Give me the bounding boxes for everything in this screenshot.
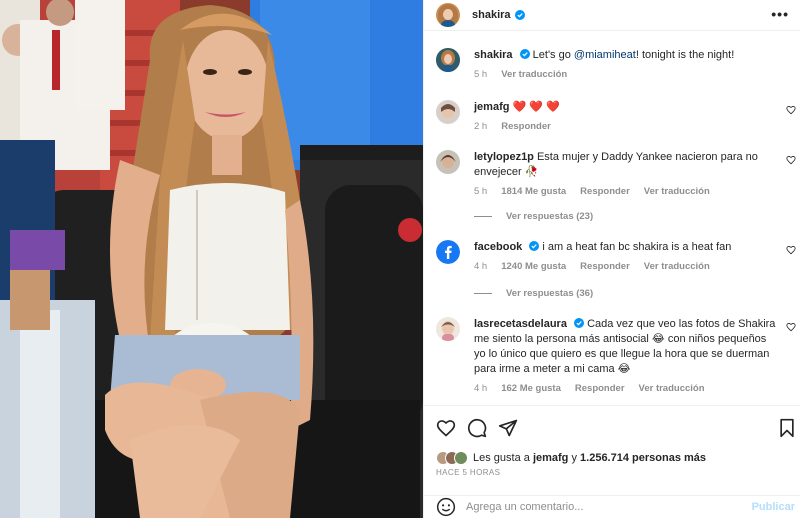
comment-content: letylopez1p Esta mujer y Daddy Yankee na… xyxy=(474,150,780,198)
add-comment-bar: Publicar xyxy=(424,495,800,518)
comment-content: facebook i am a heat fan bc shakira is a… xyxy=(474,240,780,273)
comment-content: lasrecetasdelaura Cada vez que veo las f… xyxy=(474,317,780,395)
reply-button[interactable]: Responder xyxy=(580,261,630,273)
comment-likes[interactable]: 162 Me gusta xyxy=(501,383,561,395)
comment-text: ❤️ ❤️ ❤️ xyxy=(512,101,560,113)
caption-mention[interactable]: @miamiheat xyxy=(574,49,636,61)
post-actions: Les gusta a jemafg y 1.256.714 personas … xyxy=(424,405,800,495)
comment-time[interactable]: 4 h xyxy=(474,383,487,395)
more-options-icon[interactable]: ••• xyxy=(771,7,789,21)
translate-button[interactable]: Ver traducción xyxy=(644,261,710,273)
likes-middle: y xyxy=(568,452,581,464)
comment-meta: 5 h 1814 Me gusta Responder Ver traducci… xyxy=(474,186,780,198)
caption-text-before: Let's go xyxy=(532,49,574,61)
likes-prefix: Les gusta a xyxy=(473,452,533,464)
liker-avatar[interactable] xyxy=(454,451,468,465)
comment-likes[interactable]: 1240 Me gusta xyxy=(501,261,566,273)
heart-icon[interactable] xyxy=(786,105,796,115)
likes-user[interactable]: jemafg xyxy=(533,452,568,464)
reply-button[interactable]: Responder xyxy=(575,383,625,395)
caption-username[interactable]: shakira xyxy=(474,49,513,61)
author-username[interactable]: shakira xyxy=(472,9,511,21)
comment-text: i am a heat fan bc shakira is a heat fan xyxy=(542,241,732,253)
comment-username[interactable]: lasrecetasdelaura xyxy=(474,318,567,330)
heart-icon[interactable] xyxy=(786,245,796,255)
translate-button[interactable]: Ver traducción xyxy=(639,383,705,395)
view-replies-button[interactable]: Ver respuestas (23) xyxy=(474,211,593,222)
comment-input[interactable] xyxy=(466,498,736,516)
verified-badge-icon xyxy=(514,10,525,20)
caption-time[interactable]: 5 h xyxy=(474,69,487,81)
comment-avatar[interactable] xyxy=(436,150,460,174)
bookmark-icon[interactable] xyxy=(777,418,797,438)
post-time[interactable]: HACE 5 HORAS xyxy=(436,468,500,477)
comment-meta: 4 h 162 Me gusta Responder Ver traducció… xyxy=(474,383,780,395)
post-image xyxy=(0,0,423,518)
caption-translate[interactable]: Ver traducción xyxy=(501,69,567,81)
heart-icon[interactable] xyxy=(786,322,796,332)
likes-text: Les gusta a jemafg y 1.256.714 personas … xyxy=(473,452,706,464)
post-photo[interactable] xyxy=(0,0,423,518)
replies-line xyxy=(474,216,492,217)
view-replies-button[interactable]: Ver respuestas (36) xyxy=(474,288,593,299)
comment-avatar[interactable] xyxy=(436,100,460,124)
comment-meta: 2 h Responder xyxy=(474,121,780,133)
comment-avatar[interactable] xyxy=(436,240,460,264)
verified-badge-icon xyxy=(574,318,585,328)
emoji-icon[interactable] xyxy=(436,497,456,517)
caption-text-after: ! tonight is the night! xyxy=(635,49,735,61)
comments-list[interactable]: shakira Let's go @miamiheat! tonight is … xyxy=(424,32,800,404)
facebook-logo-icon xyxy=(436,240,460,264)
caption-content: shakira Let's go @miamiheat! tonight is … xyxy=(474,48,780,81)
comment-meta: 4 h 1240 Me gusta Responder Ver traducci… xyxy=(474,261,780,273)
comment-icon[interactable] xyxy=(467,418,487,438)
comment-time[interactable]: 2 h xyxy=(474,121,487,133)
comment-username[interactable]: jemafg xyxy=(474,101,509,113)
comment-likes[interactable]: 1814 Me gusta xyxy=(501,186,566,198)
likes-summary: Les gusta a jemafg y 1.256.714 personas … xyxy=(436,451,706,465)
comment-time[interactable]: 5 h xyxy=(474,186,487,198)
publish-button[interactable]: Publicar xyxy=(752,501,795,513)
share-icon[interactable] xyxy=(498,418,518,438)
verified-badge-icon xyxy=(519,49,530,59)
replies-line xyxy=(474,293,492,294)
comment-time[interactable]: 4 h xyxy=(474,261,487,273)
author-avatar[interactable] xyxy=(436,3,460,27)
post-header: shakira ••• xyxy=(424,0,800,31)
heart-icon[interactable] xyxy=(436,418,456,438)
comment-avatar[interactable] xyxy=(436,317,460,341)
reply-button[interactable]: Responder xyxy=(501,121,551,133)
view-replies-label[interactable]: Ver respuestas (23) xyxy=(506,211,593,222)
view-replies-label[interactable]: Ver respuestas (36) xyxy=(506,288,593,299)
reply-button[interactable]: Responder xyxy=(580,186,630,198)
likes-count[interactable]: 1.256.714 personas más xyxy=(580,452,706,464)
post-side-panel: shakira ••• shakira Let's go @miamiheat!… xyxy=(423,0,800,518)
comment-content: jemafg ❤️ ❤️ ❤️ 2 h Responder xyxy=(474,100,780,133)
comment-username[interactable]: facebook xyxy=(474,241,522,253)
verified-badge-icon xyxy=(529,241,540,251)
comment-username[interactable]: letylopez1p xyxy=(474,151,534,163)
caption-avatar[interactable] xyxy=(436,48,460,72)
translate-button[interactable]: Ver traducción xyxy=(644,186,710,198)
caption-meta: 5 h Ver traducción xyxy=(474,69,780,81)
heart-icon[interactable] xyxy=(786,155,796,165)
